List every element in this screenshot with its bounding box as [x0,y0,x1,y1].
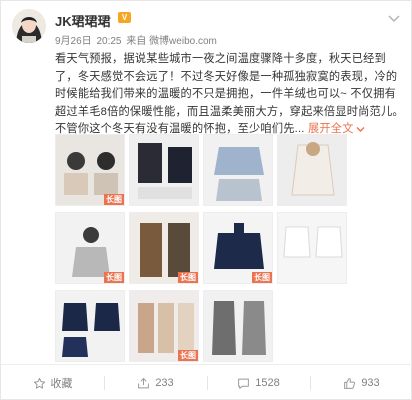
image-woman-grey-sweater[interactable]: 长图 [55,212,125,284]
long-image-tag: 长图 [104,272,124,283]
comment-icon [238,378,250,389]
star-icon [33,377,45,389]
image-grid: 长图 长图 长图 长图 长图 [55,134,347,366]
comment-button[interactable]: 1528 [207,365,310,400]
image-grey-coats-thumbnail [212,301,266,355]
image-white-jacket-layout[interactable] [277,134,347,206]
image-white-sweaters[interactable] [277,212,347,284]
repost-button[interactable]: 233 [104,365,207,400]
long-image-tag: 长图 [178,350,198,361]
image-navy-knitwear-thumbnail [62,303,120,357]
post-source[interactable]: 微博weibo.com [149,36,217,47]
image-navy-sweater[interactable]: 长图 [203,212,273,284]
avatar[interactable] [12,9,46,43]
image-grey-sweaters[interactable] [203,134,273,206]
image-women-looks[interactable]: 长图 [129,290,199,362]
action-bar: 收藏 233 1528 933 [1,364,412,400]
like-button[interactable]: 933 [310,365,412,400]
image-black-coat-models[interactable] [129,134,199,206]
username[interactable]: JK珺珺珺 [55,11,111,30]
favorite-label: 收藏 [50,378,73,390]
image-navy-knitwear[interactable] [55,290,125,362]
weibo-post-card: JK珺珺珺 V 9月26日 20:25 来自 微博weibo.com 看天气预报… [0,0,412,400]
image-black-coat-models-thumbnail [138,143,192,199]
post-menu-chevron-icon[interactable] [387,13,401,25]
long-image-tag: 长图 [252,272,272,283]
post-text: 看天气预报，据说某些城市一夜之间温度骤降十多度，秋天已经到了，冬天感觉不会远了！… [55,51,405,139]
long-image-tag: 长图 [178,272,198,283]
post-time: 20:25 [96,36,122,47]
share-icon [138,377,150,388]
like-count: 933 [361,377,380,389]
image-white-sweaters-thumbnail [283,226,343,258]
comment-count: 1528 [255,377,280,389]
post-date[interactable]: 9月26日 [55,36,92,47]
image-grey-sweaters-thumbnail [214,147,264,201]
repost-count: 233 [155,377,174,389]
favorite-button[interactable]: 收藏 [1,365,104,400]
image-grey-coats[interactable] [203,290,273,362]
post-source-prefix: 来自 [126,36,147,47]
image-models-portraits[interactable]: 长图 [55,134,125,206]
like-icon [344,377,356,389]
avatar-image [12,9,46,43]
long-image-tag: 长图 [104,194,124,205]
vip-badge-icon: V [118,12,131,23]
image-brown-coats[interactable]: 长图 [129,212,199,284]
image-white-jacket-layout-thumbnail [291,142,335,196]
chevron-down-icon [356,126,365,132]
post-meta: 9月26日 20:25 来自 微博weibo.com [55,32,217,47]
